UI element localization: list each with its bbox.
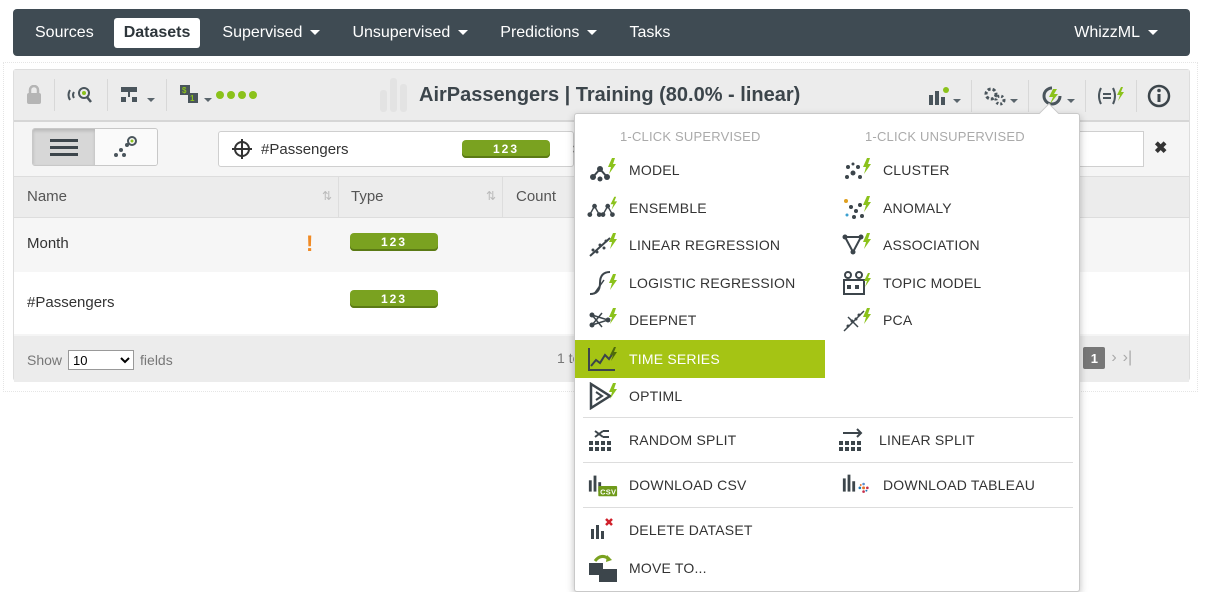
logistic-regression-icon — [587, 269, 619, 297]
menu-item-download-csv[interactable]: CSV DOWNLOAD CSV — [575, 467, 825, 503]
next-page-icon[interactable]: › — [1111, 349, 1116, 367]
menu-item-linear-regression[interactable]: LINEAR REGRESSION — [575, 227, 825, 263]
field-name: Month — [27, 235, 69, 252]
gears-icon[interactable] — [972, 80, 1029, 112]
menu-item-optiml[interactable]: OPTIML — [575, 378, 825, 414]
view-toggle — [32, 128, 158, 166]
svg-text:1: 1 — [190, 94, 195, 103]
chevron-down-icon — [458, 30, 469, 35]
scatter-view-button[interactable] — [95, 129, 157, 165]
list-view-button[interactable] — [33, 129, 95, 165]
type-badge: 123 — [350, 233, 438, 251]
pagination: ‹ 1 › ›| — [1072, 347, 1132, 369]
chevron-down-icon — [953, 99, 961, 103]
sort-icon[interactable]: ⇅ — [322, 189, 332, 203]
menu-item-random-split[interactable]: RANDOM SPLIT — [575, 422, 825, 458]
dataset-title-area: AirPassengers | Training (80.0% - linear… — [380, 78, 800, 112]
chevron-down-icon — [1067, 99, 1075, 103]
nav-sources[interactable]: Sources — [25, 18, 104, 48]
menu-item-anomaly[interactable]: ANOMALY — [829, 190, 1069, 226]
cluster-icon — [841, 156, 873, 184]
filter-type-badge: 123 — [462, 140, 550, 158]
field-filter[interactable]: #Passengers 123 × — [218, 131, 581, 167]
menu-item-delete-dataset[interactable]: DELETE DATASET — [575, 512, 825, 548]
top-navbar: Sources Datasets Supervised Unsupervised… — [13, 9, 1190, 56]
menu-item-download-tableau[interactable]: DOWNLOAD TABLEAU — [829, 467, 1069, 503]
download-tableau-icon — [841, 471, 873, 499]
last-page-icon[interactable]: ›| — [1123, 349, 1132, 367]
current-page[interactable]: 1 — [1083, 347, 1106, 369]
unsupervised-header: 1-CLICK UNSUPERVISED — [865, 129, 1025, 144]
nav-supervised[interactable]: Supervised — [212, 18, 330, 48]
sort-icon[interactable]: ⇅ — [486, 189, 496, 203]
menu-item-pca[interactable]: PCA — [829, 302, 1069, 338]
deepnet-icon — [587, 306, 619, 334]
nav-datasets[interactable]: Datasets — [113, 17, 201, 48]
linear-split-icon — [837, 426, 869, 454]
search-input[interactable] — [1080, 131, 1144, 167]
topic-model-icon — [841, 269, 873, 297]
status-dots — [216, 91, 257, 99]
one-click-menu-icon[interactable] — [1029, 80, 1086, 112]
filter-field-name: #Passengers — [261, 140, 349, 158]
clear-search-icon[interactable]: ✖ — [1154, 138, 1167, 158]
type-badge: 123 — [350, 290, 438, 308]
info-icon[interactable] — [1137, 80, 1181, 112]
optiml-icon — [587, 382, 619, 410]
delete-dataset-icon — [587, 516, 619, 544]
page-size-select[interactable]: 10 — [68, 350, 135, 370]
sample-dataset-icon[interactable]: $1 — [167, 79, 268, 111]
dataset-scan-icon[interactable] — [55, 79, 108, 111]
nav-whizzml[interactable]: WhizzML — [1064, 18, 1168, 48]
svg-text:CSV: CSV — [600, 487, 616, 496]
move-to-folder-icon — [587, 554, 619, 582]
col-type-header[interactable]: Type — [351, 188, 384, 205]
chevron-down-icon — [1148, 30, 1158, 35]
pca-icon — [841, 306, 873, 334]
model-icon — [587, 156, 619, 184]
chevron-down-icon — [310, 30, 321, 35]
chevron-down-icon — [1010, 99, 1018, 103]
menu-item-move-to[interactable]: MOVE TO... — [575, 550, 825, 586]
linear-regression-icon — [587, 231, 619, 259]
time-series-icon — [587, 345, 619, 373]
menu-item-model[interactable]: MODEL — [575, 152, 825, 188]
association-icon — [841, 231, 873, 259]
chevron-down-icon — [147, 98, 155, 102]
page-title: AirPassengers | Training (80.0% - linear… — [419, 83, 801, 106]
one-click-dropdown: 1-CLICK SUPERVISED 1-CLICK UNSUPERVISED … — [574, 103, 1080, 592]
menu-item-logistic-regression[interactable]: LOGISTIC REGRESSION — [575, 265, 825, 301]
ensemble-icon — [587, 194, 619, 222]
nav-tasks[interactable]: Tasks — [619, 18, 680, 48]
nav-unsupervised[interactable]: Unsupervised — [342, 18, 478, 48]
supervised-header: 1-CLICK SUPERVISED — [620, 129, 761, 144]
chevron-down-icon — [587, 30, 598, 35]
anomaly-icon — [841, 194, 873, 222]
menu-item-linear-split[interactable]: LINEAR SPLIT — [825, 422, 1065, 458]
col-count-header[interactable]: Count — [516, 188, 556, 205]
menu-item-cluster[interactable]: CLUSTER — [829, 152, 1069, 188]
svg-text:$: $ — [182, 86, 187, 95]
nav-predictions[interactable]: Predictions — [490, 18, 607, 48]
visualize-icon[interactable] — [917, 80, 972, 112]
whizzml-script-icon[interactable] — [1086, 80, 1137, 112]
crosshair-icon — [232, 139, 252, 159]
lock-icon[interactable] — [14, 79, 55, 111]
chevron-down-icon — [204, 98, 212, 102]
random-split-icon — [587, 426, 619, 454]
menu-item-ensemble[interactable]: ENSEMBLE — [575, 190, 825, 226]
menu-item-topic-model[interactable]: TOPIC MODEL — [829, 265, 1069, 301]
download-csv-icon: CSV — [587, 471, 619, 499]
col-name-header[interactable]: Name — [27, 188, 67, 205]
menu-item-association[interactable]: ASSOCIATION — [829, 227, 1069, 263]
menu-item-deepnet[interactable]: DEEPNET — [575, 302, 825, 338]
warning-icon[interactable]: ! — [306, 231, 313, 257]
page-size-control: Show 10 fields — [27, 350, 173, 370]
field-name: #Passengers — [27, 294, 115, 311]
menu-item-time-series[interactable]: TIME SERIES — [575, 340, 825, 378]
dataset-icon — [380, 78, 407, 112]
configure-dataset-icon[interactable] — [108, 79, 167, 111]
